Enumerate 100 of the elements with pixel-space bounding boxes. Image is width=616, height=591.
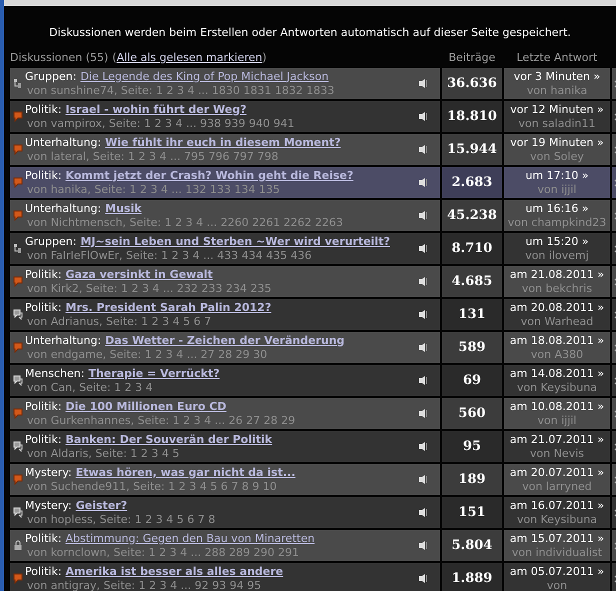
topic-cell[interactable]: Unterhaltung: Wie fühlt ihr euch in diesem Moment? von lateral, Seite: 1 2 3 4 ... 795 796 797 798: [10, 134, 440, 165]
last-reply-link[interactable]: um 16:16 »: [525, 202, 589, 216]
topic-category: Politik:: [25, 268, 62, 282]
speaker-icon[interactable]: [419, 475, 428, 484]
topic-cell[interactable]: Politik: Gaza versinkt in Gewalt von Kirk2, Seite: 1 2 3 4 ... 232 233 234 235: [10, 266, 440, 297]
post-count: 1.889: [442, 563, 502, 591]
speaker-icon[interactable]: [419, 211, 428, 220]
topic-meta: von kornclown, Seite: 1 2 3 4 ... 288 289 290 291: [26, 546, 300, 560]
last-reply-link[interactable]: vor 3 Minuten »: [514, 70, 600, 84]
padlock-icon: [13, 540, 23, 551]
topic-cell[interactable]: Politik: Die 100 Millionen Euro CD von Gurkenhannes, Seite: 1 2 3 4 ... 26 27 28 29: [10, 398, 440, 429]
topic-title-link[interactable]: Die Legende des King of Pop Michael Jackson: [80, 70, 329, 84]
speaker-icon[interactable]: [419, 277, 428, 286]
last-reply-link[interactable]: am 20.08.2011 »: [510, 300, 604, 314]
speech-bubble-icon: [13, 573, 23, 584]
post-count: 189: [442, 464, 502, 495]
last-reply-link[interactable]: am 21.08.2011 »: [510, 268, 604, 282]
last-reply-author: von: [546, 578, 568, 591]
topic-category: Gruppen:: [25, 70, 76, 84]
speaker-icon[interactable]: [419, 376, 428, 385]
topic-title-link[interactable]: MJ~sein Leben und Sterben ~Wer wird verurteilt?: [80, 234, 390, 248]
topic-cell[interactable]: Politik: Abstimmung: Gegen den Bau von Minaretten von kornclown, Seite: 1 2 3 4 ... 288 289 290 291: [10, 530, 440, 561]
speaker-icon[interactable]: [419, 574, 428, 583]
last-reply-link[interactable]: vor 19 Minuten »: [510, 136, 604, 150]
topic-title-link[interactable]: Musik: [105, 202, 142, 216]
speaker-icon[interactable]: [419, 409, 428, 418]
last-reply-link[interactable]: um 15:20 »: [525, 234, 589, 248]
last-reply-author: von saladin11: [518, 116, 596, 130]
speaker-icon[interactable]: [419, 541, 428, 550]
topic-cell[interactable]: Politik: Kommt jetzt der Crash? Wohin geht die Reise? von hanika, Seite: 1 2 3 4 ... 132 133 134 135: [10, 167, 440, 198]
topic-cell[interactable]: Politik: Amerika ist besser als alles andere von antigray, Seite: 1 2 3 4 ... 92 93 94 95: [10, 563, 440, 591]
topic-cell[interactable]: Mystery: Etwas hören, was gar nicht da ist... von Suchende911, Seite: 1 2 3 4 5 6 7 8 9 10: [10, 464, 440, 495]
topic-category: Politik:: [25, 102, 62, 116]
speaker-icon[interactable]: [419, 244, 428, 253]
last-reply-author: von Nevis: [530, 446, 584, 460]
topic-cell[interactable]: Unterhaltung: Das Wetter - Zeichen der Veränderung von endgame, Seite: 1 2 3 4 ... 27 28 29 30: [10, 332, 440, 363]
topic-cell[interactable]: Gruppen: MJ~sein Leben und Sterben ~Wer wird verurteilt? von FaIrIeFlOwEr, Seite: 1 2 3 4 ... 433 434 435 436: [10, 233, 440, 264]
speech-bubble-icon: [13, 111, 23, 122]
last-reply-author: von individualist: [512, 546, 602, 560]
topic-meta: von Nichtmensch, Seite: 1 2 3 4 ... 2260 2261 2262 2263: [26, 216, 344, 230]
topic-title-link[interactable]: Therapie = Verrückt?: [88, 366, 220, 380]
topic-cell[interactable]: Mystery: Geister? von hopless, Seite: 1 2 3 4 5 6 7 8: [10, 497, 440, 528]
speaker-icon[interactable]: [419, 178, 428, 187]
speaker-icon[interactable]: [419, 442, 428, 451]
last-reply-link[interactable]: am 20.07.2011 »: [510, 466, 604, 480]
topic-category: Menschen:: [25, 366, 84, 380]
topic-title-link[interactable]: Banken: Der Souverän der Politik: [66, 432, 272, 446]
last-reply-link[interactable]: am 16.07.2011 »: [510, 498, 604, 512]
topic-meta: von Suchende911, Seite: 1 2 3 4 5 6 7 8 9 10: [26, 480, 278, 494]
last-reply-link[interactable]: am 18.08.2011 »: [510, 334, 604, 348]
speaker-icon[interactable]: [419, 508, 428, 517]
topic-cell[interactable]: Gruppen: Die Legende des King of Pop Michael Jackson von sunshine74, Seite: 1 2 3 4 ... 1830 1831 1832 1833: [10, 68, 440, 99]
topic-category: Politik:: [25, 564, 62, 578]
last-reply-author: von Keysibuna: [516, 380, 598, 394]
last-reply-link[interactable]: vor 12 Minuten »: [510, 102, 604, 116]
last-reply-link[interactable]: am 14.08.2011 »: [510, 366, 604, 380]
last-reply-link[interactable]: am 10.08.2011 »: [510, 400, 604, 414]
last-reply-link[interactable]: am 05.07.2011 »: [510, 564, 604, 578]
speaker-icon[interactable]: [419, 310, 428, 319]
topic-title-link[interactable]: Das Wetter - Zeichen der Veränderung: [105, 334, 345, 348]
topic-cell[interactable]: Politik: Israel - wohin führt der Weg? von vampirox, Seite: 1 2 3 4 ... 938 939 940 941: [10, 101, 440, 132]
topic-cell[interactable]: Menschen: Therapie = Verrückt? von Can, Seite: 1 2 3 4: [10, 365, 440, 396]
topic-title-link[interactable]: Mrs. President Sarah Palin 2012?: [66, 300, 272, 314]
topic-category: Unterhaltung:: [25, 334, 102, 348]
topic-title-link[interactable]: Israel - wohin führt der Weg?: [66, 102, 246, 116]
topic-cell[interactable]: Politik: Mrs. President Sarah Palin 2012? von Adrianus, Seite: 1 2 3 4 5 6 7: [10, 299, 440, 330]
last-reply-author: von larryned: [522, 480, 592, 494]
topic-category: Mystery:: [25, 498, 72, 512]
mark-all-read-link[interactable]: Alle als gelesen markieren: [116, 51, 262, 64]
post-count: 131: [442, 299, 502, 330]
topic-title-link[interactable]: Die 100 Millionen Euro CD: [66, 400, 226, 414]
speaker-icon[interactable]: [419, 112, 428, 121]
topic-title-link[interactable]: Gaza versinkt in Gewalt: [66, 268, 213, 282]
last-reply-link[interactable]: um 17:10 »: [525, 168, 589, 182]
topic-meta: von lateral, Seite: 1 2 3 4 ... 795 796 797 798: [26, 150, 280, 164]
topic-category: Politik:: [25, 532, 62, 546]
topic-title-link[interactable]: Abstimmung: Gegen den Bau von Minaretten: [66, 532, 315, 546]
post-count: 36.636: [442, 68, 502, 99]
last-reply-link[interactable]: am 21.07.2011 »: [510, 432, 604, 446]
topic-title-link[interactable]: Kommt jetzt der Crash? Wohin geht die Reise?: [66, 168, 354, 182]
post-count: 45.238: [442, 200, 502, 231]
last-reply-link[interactable]: am 15.07.2011 »: [510, 532, 604, 546]
last-reply-author: von champkind23: [508, 216, 606, 230]
speaker-icon[interactable]: [419, 343, 428, 352]
topic-title-link[interactable]: Etwas hören, was gar nicht da ist...: [76, 466, 296, 480]
topic-cell[interactable]: Unterhaltung: Musik von Nichtmensch, Seite: 1 2 3 4 ... 2260 2261 2262 2263: [10, 200, 440, 231]
topic-title-link[interactable]: Amerika ist besser als alles andere: [66, 564, 284, 578]
post-count: 95: [442, 431, 502, 462]
post-count: 560: [442, 398, 502, 429]
speaker-icon[interactable]: [419, 145, 428, 154]
topic-category: Politik:: [25, 432, 62, 446]
open-parenthesis: (: [112, 51, 117, 64]
topic-meta: von Kirk2, Seite: 1 2 3 4 ... 232 233 234 235: [26, 282, 272, 296]
topic-meta: von vampirox, Seite: 1 2 3 4 ... 938 939 940 941: [26, 116, 296, 130]
topic-cell[interactable]: Politik: Banken: Der Souverän der Politik von Aldaris, Seite: 1 2 3 4 5: [10, 431, 440, 462]
topic-title-link[interactable]: Geister?: [76, 498, 128, 512]
last-reply-author: von ijjil: [538, 414, 576, 428]
topic-meta: von Can, Seite: 1 2 3 4: [26, 380, 154, 394]
topic-title-link[interactable]: Wie fühlt ihr euch in diesem Moment?: [105, 136, 341, 150]
speaker-icon[interactable]: [419, 79, 428, 88]
